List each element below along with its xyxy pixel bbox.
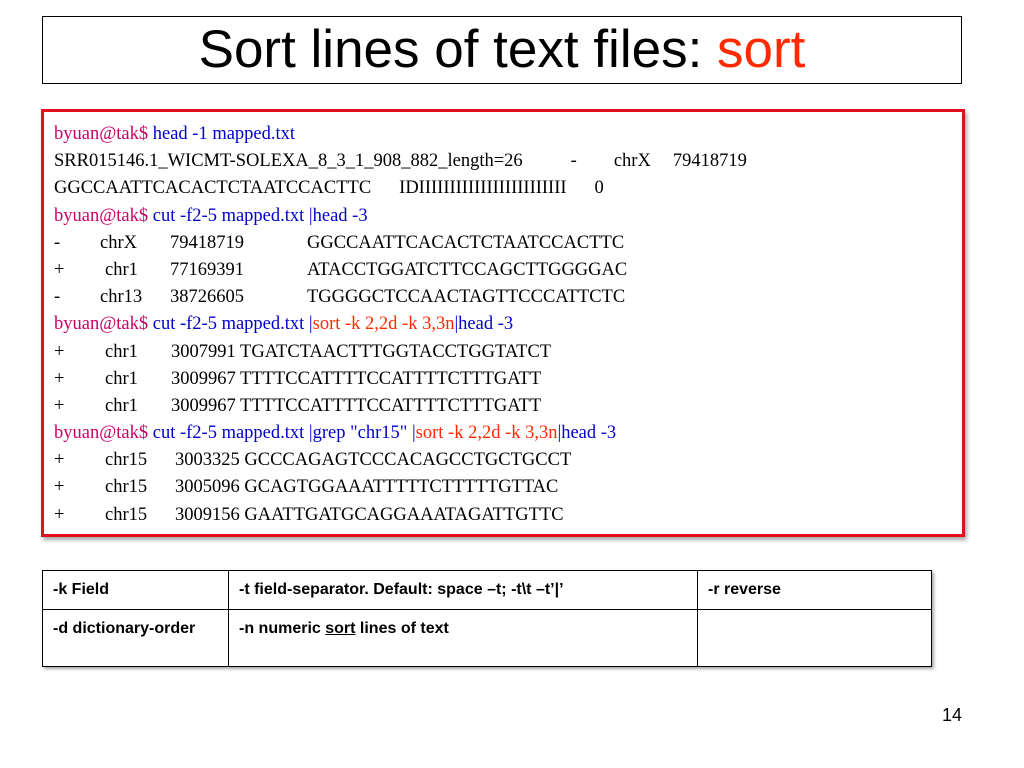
table-cell: -t field-separator. Default: space –t; -… — [228, 570, 698, 610]
chromosome: chr1 — [105, 395, 138, 416]
position: 38726605 — [170, 287, 244, 308]
sort-command-highlight: sort -k 2,2d -k 3,3n — [415, 423, 558, 444]
table-cell-empty — [697, 609, 932, 667]
strand: - — [570, 151, 577, 172]
title-text: Sort lines of text files: — [198, 20, 718, 79]
table-row: -k Field -t field-separator. Default: sp… — [42, 570, 932, 610]
terminal-output-line: + chr1 3009967 TTTTCCATTTTCCATTTTCTTTGATT — [54, 393, 962, 420]
command-text: head -1 mapped.txt — [152, 124, 296, 144]
chromosome: chr1 — [105, 259, 138, 280]
sort-command-highlight: sort -k 2,2d -k 3,3n — [312, 314, 455, 335]
strand: + — [54, 477, 65, 498]
sort-link[interactable]: sort — [325, 620, 355, 637]
terminal-output-line: + chr15 3009156 GAATTGATGCAGGAAATAGATTGTTC — [54, 502, 962, 529]
sort-options-table: -k Field -t field-separator. Default: sp… — [42, 570, 932, 667]
command-text: cut -f2-5 mapped.txt | — [152, 314, 313, 335]
mismatches: 0 — [594, 178, 604, 199]
slide-title: Sort lines of text files: sort — [42, 16, 962, 84]
terminal-output-line: + chr15 3005096 GCAGTGGAAATTTTTCTTTTTGTTAC — [54, 474, 962, 501]
strand: - — [54, 232, 61, 253]
command-text: |head -3 — [557, 423, 617, 444]
strand: + — [54, 341, 65, 362]
strand: + — [54, 368, 65, 389]
position: 79418719 — [170, 232, 244, 253]
terminal-output-line: + chr15 3003325 GCCCAGAGTCCCACAGCCTGCTGCCT — [54, 447, 962, 474]
title-command: sort — [717, 20, 806, 79]
chromosome: chrX — [613, 151, 651, 172]
position: 79418719 — [672, 151, 747, 172]
sequence: GGCCAATTCACACTCTAATCCACTTC — [54, 178, 372, 199]
sequence: TTTTCCATTTTCCATTTTCTTTGATT — [240, 395, 542, 416]
strand: + — [54, 259, 65, 280]
terminal-output-line: GGCCAATTCACACTCTAATCCACTTC IDIIIIIIIIIIII… — [54, 175, 962, 202]
chromosome: chr15 — [105, 477, 148, 498]
sequence: TGATCTAACTTTGGTACCTGGTATCT — [240, 341, 552, 362]
position: 3009156 — [175, 504, 240, 525]
shell-prompt: byuan@tak$ — [54, 314, 149, 335]
terminal-output-line: + chr1 3007991 TGATCTAACTTTGGTACCTGGTATCT — [54, 339, 962, 366]
read-name: SRR015146.1_WICMT-SOLEXA_8_3_1_908_882_l… — [54, 151, 523, 172]
page-number: 14 — [941, 705, 962, 725]
strand: + — [54, 504, 65, 525]
position: 3007991 — [171, 341, 236, 362]
option-text: -n numeric — [239, 620, 326, 637]
terminal-output-line: SRR015146.1_WICMT-SOLEXA_8_3_1_908_882_l… — [54, 148, 962, 175]
position: 3009967 — [171, 395, 236, 416]
sequence: GCAGTGGAAATTTTTCTTTTTGTTAC — [244, 477, 559, 498]
quality: IDIIIIIIIIIIIIIIIIIIIIIIII — [399, 178, 567, 199]
terminal-output-line: + chr1 77169391 ATACCTGGATCTTCCAGCTTGGGGAC — [54, 257, 962, 284]
command-text: |head -3 — [454, 314, 514, 335]
strand: + — [54, 450, 65, 471]
terminal-output-line: - chrX 79418719 GGCCAATTCACACTCTAATCCACTTC — [54, 230, 962, 257]
position: 77169391 — [170, 259, 244, 280]
table-cell: -r reverse — [697, 570, 932, 610]
position: 3003325 — [175, 450, 240, 471]
chromosome: chrX — [100, 232, 137, 253]
chromosome: chr1 — [105, 368, 138, 389]
command-text: cut -f2-5 mapped.txt |grep "chr15" | — [152, 423, 416, 444]
chromosome: chr15 — [105, 450, 148, 471]
shell-prompt: byuan@tak$ — [54, 205, 149, 226]
command-text: cut -f2-5 mapped.txt |head -3 — [152, 205, 368, 226]
chromosome: chr1 — [105, 341, 138, 362]
terminal-example-box: byuan@tak$ head -1 mapped.txt SRR015146.… — [41, 109, 965, 537]
option-text: lines of text — [355, 620, 449, 637]
terminal-line-cmd2: byuan@tak$ cut -f2-5 mapped.txt |head -3 — [54, 203, 962, 230]
terminal-output-line: - chr13 38726605 TGGGGCTCCAACTAGTTCCCATTCTC — [54, 284, 962, 311]
chromosome: chr13 — [100, 287, 143, 308]
sequence: TTTTCCATTTTCCATTTTCTTTGATT — [240, 368, 542, 389]
sequence: ATACCTGGATCTTCCAGCTTGGGGAC — [307, 259, 628, 280]
chromosome: chr15 — [105, 504, 148, 525]
terminal-line-cmd3: byuan@tak$ cut -f2-5 mapped.txt |sort -k… — [54, 311, 962, 338]
sequence: TGGGGCTCCAACTAGTTCCCATTCTC — [307, 287, 626, 308]
strand: + — [54, 395, 65, 416]
position: 3009967 — [171, 368, 236, 389]
table-cell: -k Field — [42, 570, 229, 610]
terminal-line-cmd1: byuan@tak$ head -1 mapped.txt — [54, 121, 962, 148]
sequence: GAATTGATGCAGGAAATAGATTGTTC — [244, 504, 564, 525]
position: 3005096 — [175, 477, 240, 498]
terminal-line-cmd4: byuan@tak$ cut -f2-5 mapped.txt |grep "c… — [54, 420, 962, 447]
sequence: GGCCAATTCACACTCTAATCCACTTC — [307, 232, 625, 253]
shell-prompt: byuan@tak$ — [54, 124, 149, 144]
terminal-output-line: + chr1 3009967 TTTTCCATTTTCCATTTTCTTTGATT — [54, 366, 962, 393]
table-cell: -n numeric sort lines of text — [228, 609, 698, 667]
strand: - — [54, 287, 61, 308]
table-cell: -d dictionary-order — [42, 609, 229, 667]
table-row: -d dictionary-order -n numeric sort line… — [42, 609, 932, 667]
sequence: GCCCAGAGTCCCACAGCCTGCTGCCT — [244, 450, 572, 471]
shell-prompt: byuan@tak$ — [54, 423, 149, 444]
